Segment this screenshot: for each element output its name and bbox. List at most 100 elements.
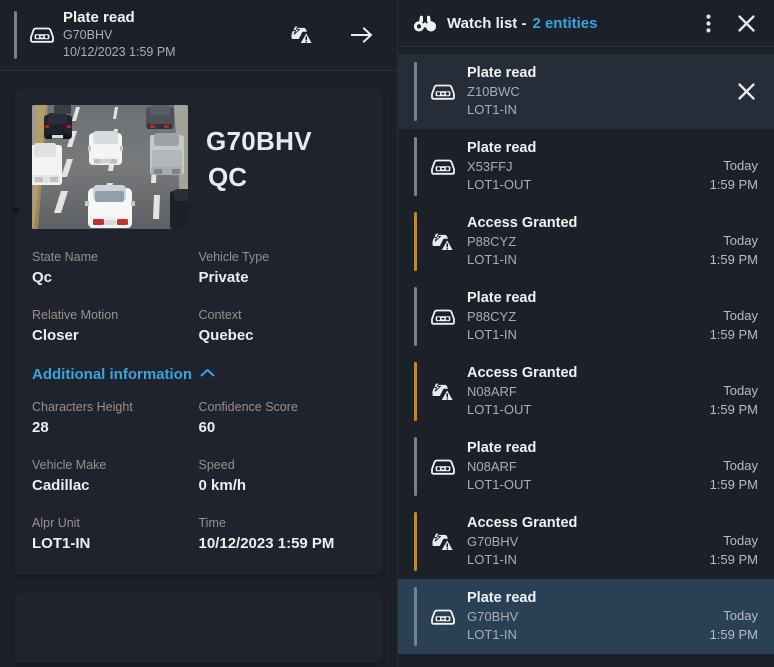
event-detail-panel: Plate read G70BHV 10/12/2023 1:59 PM G70… xyxy=(0,0,397,667)
row-timestamp: Today 1:59 PM xyxy=(702,514,758,569)
license-plate-car-icon xyxy=(428,153,458,181)
license-plate-car-icon xyxy=(27,20,57,50)
field-label: Speed xyxy=(198,458,235,472)
row-day: Today xyxy=(723,608,758,623)
row-accent-bar xyxy=(414,587,417,646)
row-day: Today xyxy=(723,158,758,173)
row-accent-bar xyxy=(414,512,417,571)
row-unit: LOT1-IN xyxy=(467,327,517,342)
row-text: Access Granted G70BHV LOT1-IN xyxy=(467,514,702,569)
row-plate: G70BHV xyxy=(467,609,519,624)
row-time: 1:59 PM xyxy=(709,402,758,417)
additional-information-label: Additional information xyxy=(32,365,192,383)
event-accent-bar xyxy=(14,11,17,59)
row-plate: N08ARF xyxy=(467,384,517,399)
watch-list-row[interactable]: Plate read N08ARF LOT1-OUT Today 1:59 PM xyxy=(398,429,774,504)
license-plate-car-icon xyxy=(428,453,458,481)
field-value: Quebec xyxy=(198,327,254,344)
row-timestamp: Today 1:59 PM xyxy=(702,214,758,269)
row-accent-bar xyxy=(414,362,417,421)
watch-list-row[interactable]: Access Granted G70BHV LOT1-IN Today 1:59 PM xyxy=(398,504,774,579)
chevron-up-icon xyxy=(200,365,215,383)
plate-detail-card: G70BHV QC State Name Qc Vehicle Type Pri… xyxy=(14,89,383,575)
additional-information-toggle[interactable]: Additional information xyxy=(32,365,365,383)
license-plate-car-icon xyxy=(428,303,458,331)
row-timestamp: Today 1:59 PM xyxy=(702,289,758,344)
row-title: Plate read xyxy=(467,65,537,81)
field-label: Characters Height xyxy=(32,400,133,414)
license-plate-car-icon xyxy=(428,78,458,106)
row-time: 1:59 PM xyxy=(709,552,758,567)
additional-fields: Characters Height 28 Confidence Score 60… xyxy=(32,397,365,555)
watch-list-row[interactable]: Plate read G70BHV LOT1-IN Today 1:59 PM xyxy=(398,579,774,654)
event-header[interactable]: Plate read G70BHV 10/12/2023 1:59 PM xyxy=(0,0,397,71)
row-title: Plate read xyxy=(467,140,537,156)
row-accent-bar xyxy=(414,62,417,121)
close-icon[interactable] xyxy=(734,11,758,35)
field-value: Private xyxy=(198,269,249,286)
field-characters-height: Characters Height 28 xyxy=(32,397,199,455)
row-title: Access Granted xyxy=(467,515,578,531)
row-title: Plate read xyxy=(467,590,537,606)
field-label: Alpr Unit xyxy=(32,516,80,530)
row-time: 1:59 PM xyxy=(709,252,758,267)
field-label: Context xyxy=(198,308,242,322)
row-day: Today xyxy=(723,533,758,548)
card-top-row: G70BHV QC xyxy=(32,105,365,229)
event-title: Plate read xyxy=(63,9,135,26)
arrow-right-icon[interactable] xyxy=(349,22,375,48)
row-plate: X53FFJ xyxy=(467,159,513,174)
next-event-card[interactable] xyxy=(14,593,383,663)
row-time: 1:59 PM xyxy=(709,327,758,342)
row-title: Plate read xyxy=(467,440,537,456)
watch-list-header: Watch list - 2 entities xyxy=(398,0,774,47)
row-unit: LOT1-IN xyxy=(467,627,517,642)
field-label: Relative Motion xyxy=(32,308,119,322)
row-time: 1:59 PM xyxy=(709,477,758,492)
row-accent-bar xyxy=(414,212,417,271)
field-label: Vehicle Type xyxy=(198,250,270,264)
binoculars-icon xyxy=(412,11,438,35)
field-value: 60 xyxy=(198,419,216,436)
car-warning-icon xyxy=(428,228,458,256)
kebab-menu-icon[interactable] xyxy=(696,11,720,35)
row-accent-bar xyxy=(414,287,417,346)
field-vehicle-type: Vehicle Type Private xyxy=(199,247,366,305)
watch-list-row[interactable]: Plate read X53FFJ LOT1-OUT Today 1:59 PM xyxy=(398,129,774,204)
field-value: 28 xyxy=(32,419,49,436)
field-label: Time xyxy=(198,516,226,530)
primary-fields: State Name Qc Vehicle Type Private Relat… xyxy=(32,247,365,363)
car-warning-icon xyxy=(428,528,458,556)
row-timestamp: Today 1:59 PM xyxy=(702,439,758,494)
row-close-icon[interactable] xyxy=(734,80,758,104)
field-label: Confidence Score xyxy=(198,400,298,414)
row-unit: LOT1-IN xyxy=(467,552,517,567)
car-warning-icon xyxy=(428,378,458,406)
event-timestamp: 10/12/2023 1:59 PM xyxy=(63,45,176,59)
field-value: Closer xyxy=(32,327,79,344)
watch-list-row[interactable]: Access Granted N08ARF LOT1-OUT Today 1:59 PM xyxy=(398,354,774,429)
row-title: Access Granted xyxy=(467,215,578,231)
field-value: Cadillac xyxy=(32,477,90,494)
app-root: Plate read G70BHV 10/12/2023 1:59 PM G70… xyxy=(0,0,774,667)
watch-list-row[interactable]: Plate read P88CYZ LOT1-IN Today 1:59 PM xyxy=(398,279,774,354)
watch-list-row[interactable]: Access Granted P88CYZ LOT1-IN Today 1:59 PM xyxy=(398,204,774,279)
row-text: Plate read G70BHV LOT1-IN xyxy=(467,589,702,644)
traffic-camera-snapshot[interactable] xyxy=(32,105,188,229)
field-value: 0 km/h xyxy=(198,477,247,494)
event-header-text: Plate read G70BHV 10/12/2023 1:59 PM xyxy=(63,9,289,61)
row-time: 1:59 PM xyxy=(709,177,758,192)
row-unit: LOT1-IN xyxy=(467,252,517,267)
watch-list-items[interactable]: Plate read Z10BWC LOT1-IN Plate read X53FFJ L… xyxy=(398,47,774,667)
field-context: Context Quebec xyxy=(199,305,366,363)
watch-list-entity-count[interactable]: 2 entities xyxy=(532,15,597,32)
field-speed: Speed 0 km/h xyxy=(199,455,366,513)
row-plate: P88CYZ xyxy=(467,309,517,324)
row-plate: G70BHV xyxy=(467,534,519,549)
row-title: Access Granted xyxy=(467,365,578,381)
watch-list-row[interactable]: Plate read Z10BWC LOT1-IN xyxy=(398,54,774,129)
car-warning-icon[interactable] xyxy=(289,22,315,48)
plate-summary: G70BHV QC xyxy=(206,105,312,195)
field-relative-motion: Relative Motion Closer xyxy=(32,305,199,363)
plate-number: G70BHV xyxy=(206,126,312,156)
